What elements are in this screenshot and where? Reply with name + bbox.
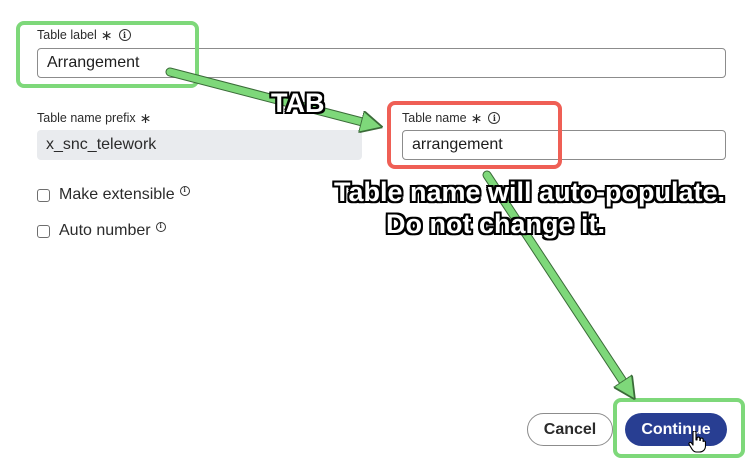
note-line-1: Table name will auto-populate. bbox=[334, 177, 726, 207]
tab-annotation: TAB bbox=[271, 88, 325, 118]
annotation-arrows bbox=[165, 67, 756, 471]
hand-cursor-icon bbox=[688, 431, 706, 453]
note-line-2: Do not change it. bbox=[386, 209, 605, 239]
